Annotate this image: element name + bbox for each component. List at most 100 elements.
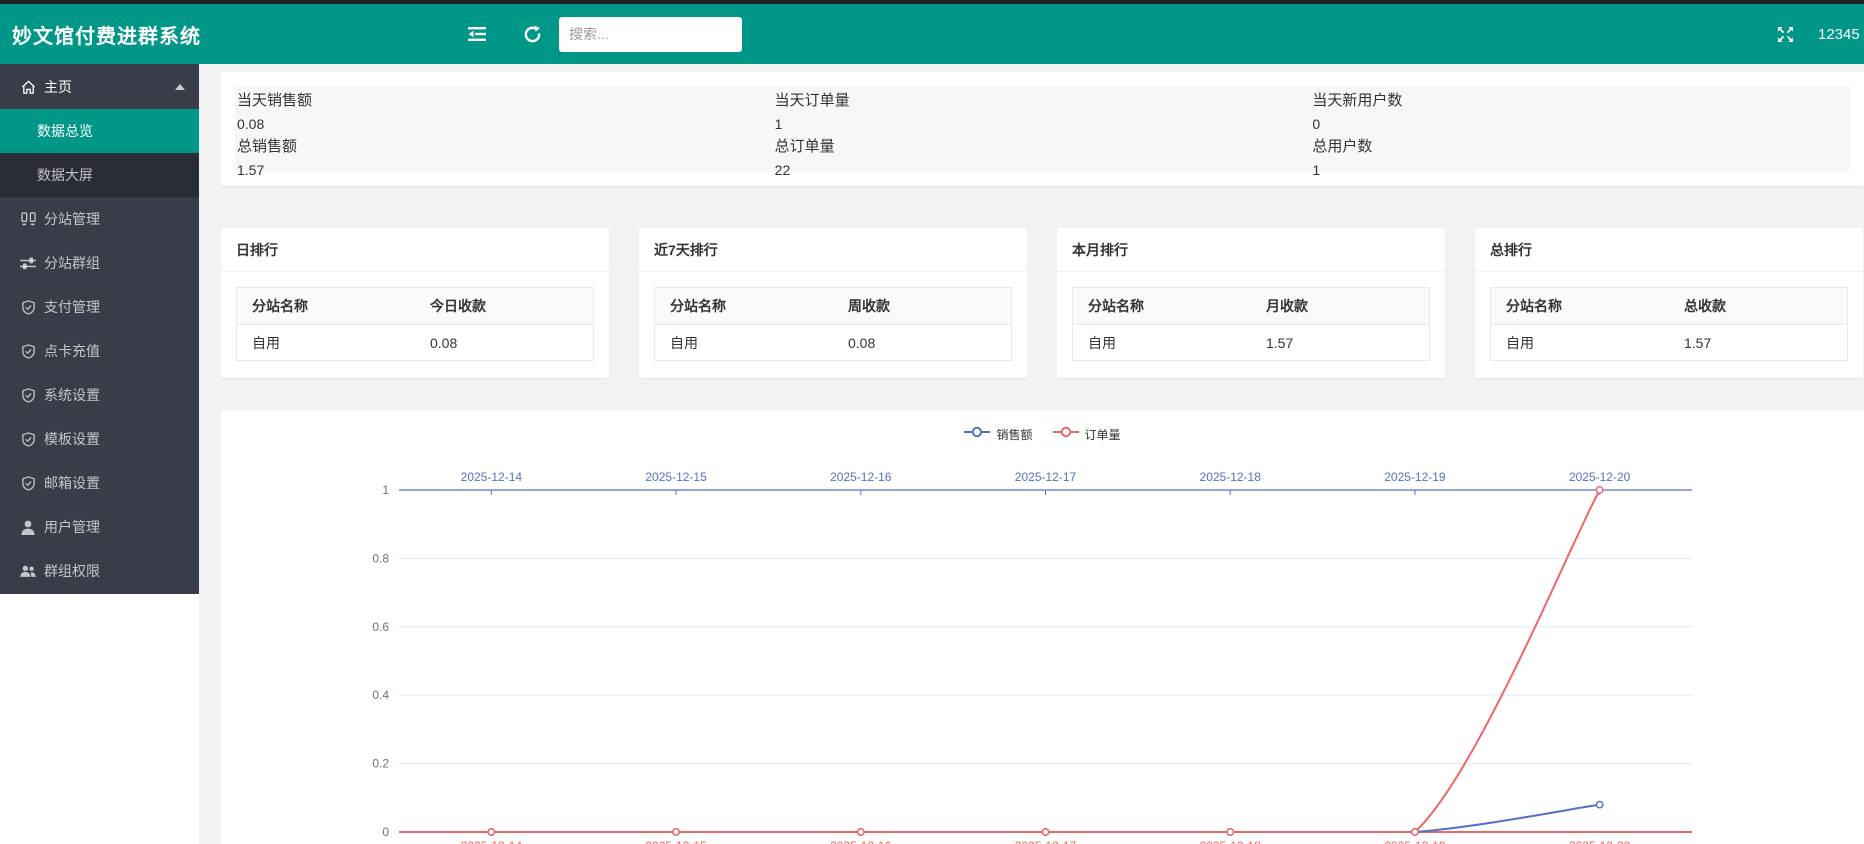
svg-text:2025-12-20: 2025-12-20 xyxy=(1569,470,1631,484)
ranking-table: 分站名称总收款自用1.57 xyxy=(1490,287,1848,361)
shield-icon xyxy=(20,387,36,403)
ranking-card-body: 分站名称月收款自用1.57 xyxy=(1057,272,1445,376)
svg-text:0.8: 0.8 xyxy=(372,551,389,565)
stat-value: 1 xyxy=(1312,160,1840,180)
stat-cell: 总用户数1 xyxy=(1312,134,1850,180)
sidebar-item-label: 分站管理 xyxy=(44,209,100,229)
stats-card: 当天销售额0.08当天订单量1当天新用户数0总销售额1.57总订单量22总用户数… xyxy=(221,72,1864,186)
svg-text:2025-12-16: 2025-12-16 xyxy=(830,839,892,844)
sidebar-item-10[interactable]: 群组权限 xyxy=(0,549,199,593)
svg-text:2025-12-17: 2025-12-17 xyxy=(1015,839,1077,844)
ranking-column-header: 分站名称 xyxy=(655,288,834,325)
stat-label: 总订单量 xyxy=(775,136,1303,158)
svg-text:2025-12-17: 2025-12-17 xyxy=(1015,470,1077,484)
stat-label: 总用户数 xyxy=(1312,136,1840,158)
stat-label: 总销售额 xyxy=(237,136,765,158)
refresh-icon[interactable] xyxy=(521,23,543,45)
svg-text:1: 1 xyxy=(382,483,389,497)
sidebar-item-label: 主页 xyxy=(44,77,72,97)
sidebar-item-3[interactable]: 分站群组 xyxy=(0,241,199,285)
menu-collapse-icon[interactable] xyxy=(466,23,488,45)
ranking-card-title: 日排行 xyxy=(221,228,609,272)
ranking-card: 本月排行分站名称月收款自用1.57 xyxy=(1057,228,1445,378)
legend-marker-icon xyxy=(964,425,990,443)
stat-label: 当天订单量 xyxy=(775,90,1303,112)
sidebar-item-label: 群组权限 xyxy=(44,561,100,581)
svg-text:2025-12-15: 2025-12-15 xyxy=(645,470,707,484)
svg-text:2025-12-19: 2025-12-19 xyxy=(1384,470,1446,484)
ranking-card-title: 总排行 xyxy=(1475,228,1863,272)
ranking-card-body: 分站名称周收款自用0.08 xyxy=(639,272,1027,376)
chart-legend: 销售额 订单量 xyxy=(221,425,1864,443)
ranking-card: 总排行分站名称总收款自用1.57 xyxy=(1475,228,1863,378)
ranking-table: 分站名称月收款自用1.57 xyxy=(1072,287,1430,361)
shield-icon xyxy=(20,299,36,315)
sidebar-menu: 主页数据总览数据大屏分站管理分站群组支付管理点卡充值系统设置模板设置邮箱设置用户… xyxy=(0,65,199,593)
svg-text:0.6: 0.6 xyxy=(372,620,389,634)
caret-up-icon xyxy=(175,84,185,90)
sidebar-item-label: 用户管理 xyxy=(44,517,100,537)
table-cell: 0.08 xyxy=(833,325,1012,361)
sidebar-subitem[interactable]: 数据总览 xyxy=(0,109,199,153)
sidebar-item-7[interactable]: 模板设置 xyxy=(0,417,199,461)
sidebar-item-8[interactable]: 邮箱设置 xyxy=(0,461,199,505)
ranking-card: 日排行分站名称今日收款自用0.08 xyxy=(221,228,609,378)
search-input[interactable] xyxy=(559,17,742,52)
ranking-card-title: 本月排行 xyxy=(1057,228,1445,272)
sales-chart: 0 0.2 0.4 0.6 0.8 1 2025-12-14 2025-12-15 2025-1… xyxy=(221,410,1864,844)
svg-text:2025-12-18: 2025-12-18 xyxy=(1200,470,1262,484)
app-header: 妙文馆付费进群系统 12345 xyxy=(0,4,1864,64)
stat-label: 当天新用户数 xyxy=(1312,90,1840,112)
sidebar-item-4[interactable]: 支付管理 xyxy=(0,285,199,329)
legend-item[interactable]: 订单量 xyxy=(1053,425,1121,443)
svg-text:0.2: 0.2 xyxy=(372,757,389,771)
main-content: 当天销售额0.08当天订单量1当天新用户数0总销售额1.57总订单量22总用户数… xyxy=(199,64,1864,844)
stat-value: 1.57 xyxy=(237,160,765,180)
ranking-column-header: 今日收款 xyxy=(415,288,594,325)
user-icon xyxy=(20,519,36,535)
svg-text:0.4: 0.4 xyxy=(372,688,389,702)
table-cell: 0.08 xyxy=(415,325,594,361)
sidebar-item-2[interactable]: 分站管理 xyxy=(0,197,199,241)
svg-text:2025-12-18: 2025-12-18 xyxy=(1200,839,1262,844)
sidebar-subitem-label: 数据总览 xyxy=(37,121,93,141)
sidebar-item-1[interactable]: 主页 xyxy=(0,65,199,109)
ranking-card: 近7天排行分站名称周收款自用0.08 xyxy=(639,228,1027,378)
ranking-column-header: 分站名称 xyxy=(1491,288,1670,325)
sidebar-subitem-label: 数据大屏 xyxy=(37,165,93,185)
svg-text:2025-12-15: 2025-12-15 xyxy=(645,839,707,844)
legend-item[interactable]: 销售额 xyxy=(964,425,1032,443)
table-row: 自用0.08 xyxy=(237,325,594,361)
svg-text:2025-12-14: 2025-12-14 xyxy=(461,839,523,844)
sidebar-item-6[interactable]: 系统设置 xyxy=(0,373,199,417)
sidebar-item-label: 分站群组 xyxy=(44,253,100,273)
sidebar-item-label: 支付管理 xyxy=(44,297,100,317)
stat-cell: 当天新用户数0 xyxy=(1312,88,1850,134)
ranking-card-title: 近7天排行 xyxy=(639,228,1027,272)
ranking-column-header: 周收款 xyxy=(833,288,1012,325)
table-row: 自用1.57 xyxy=(1073,325,1430,361)
stat-cell: 当天销售额0.08 xyxy=(237,88,775,134)
legend-marker-icon xyxy=(1053,425,1079,443)
chart-card: 0 0.2 0.4 0.6 0.8 1 2025-12-14 2025-12-15 2025-1… xyxy=(221,410,1864,844)
sidebar-item-5[interactable]: 点卡充值 xyxy=(0,329,199,373)
sidebar-subitem[interactable]: 数据大屏 xyxy=(0,153,199,197)
stat-value: 1 xyxy=(775,114,1303,134)
stat-value: 22 xyxy=(775,160,1303,180)
ranking-column-header: 总收款 xyxy=(1669,288,1848,325)
stat-label: 当天销售额 xyxy=(237,90,765,112)
table-cell: 自用 xyxy=(1491,325,1670,361)
ranking-column-header: 分站名称 xyxy=(1073,288,1252,325)
legend-label: 销售额 xyxy=(996,426,1032,443)
svg-text:0: 0 xyxy=(382,825,389,839)
table-cell: 1.57 xyxy=(1669,325,1848,361)
fullscreen-icon[interactable] xyxy=(1774,23,1796,45)
ranking-card-body: 分站名称总收款自用1.57 xyxy=(1475,272,1863,376)
sidebar-item-9[interactable]: 用户管理 xyxy=(0,505,199,549)
username[interactable]: 12345 xyxy=(1818,26,1864,43)
table-cell: 自用 xyxy=(237,325,416,361)
shield-icon xyxy=(20,431,36,447)
svg-text:2025-12-19: 2025-12-19 xyxy=(1384,839,1446,844)
shield-icon xyxy=(20,475,36,491)
sidebar-item-label: 系统设置 xyxy=(44,385,100,405)
